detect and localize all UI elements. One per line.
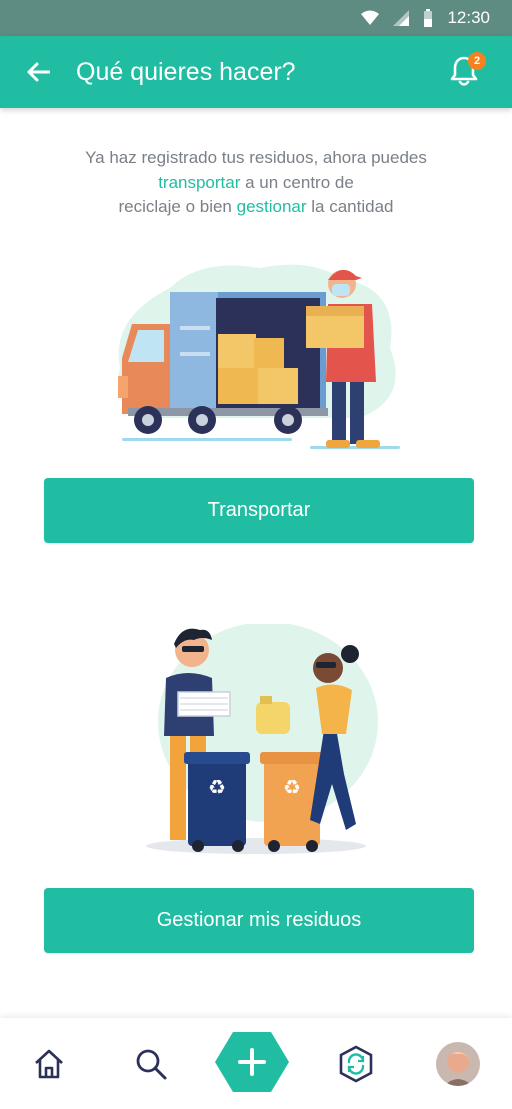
intro-line-3: reciclaje o bien gestionar la cantidad bbox=[118, 197, 394, 216]
page-title: Qué quieres hacer? bbox=[76, 58, 296, 86]
app-bar: Qué quieres hacer? 2 bbox=[0, 36, 512, 108]
bottom-navigation bbox=[0, 1018, 512, 1109]
profile-avatar-icon bbox=[436, 1042, 480, 1086]
nav-recycle-sync[interactable] bbox=[332, 1040, 380, 1088]
intro-line-2: transportar a un centro de bbox=[158, 172, 354, 192]
home-icon bbox=[35, 1049, 63, 1079]
svg-text:♻: ♻ bbox=[208, 775, 226, 799]
manage-waste-button[interactable]: Gestionar mis residuos bbox=[44, 888, 474, 953]
manage-link[interactable]: gestionar bbox=[237, 197, 307, 216]
recycling-people-illustration: ♻ ♻ bbox=[146, 624, 378, 854]
delivery-truck-illustration bbox=[118, 264, 400, 449]
wifi-icon bbox=[361, 10, 380, 25]
status-bar: 12:30 bbox=[0, 0, 512, 36]
add-icon bbox=[215, 1032, 289, 1092]
transport-link[interactable]: transportar bbox=[158, 173, 240, 192]
intro-text: Ya haz registrado tus residuos, ahora pu… bbox=[40, 146, 472, 220]
signal-icon bbox=[393, 10, 410, 26]
notification-badge: 2 bbox=[468, 52, 486, 70]
nav-search[interactable] bbox=[127, 1040, 175, 1088]
battery-icon bbox=[424, 9, 433, 27]
nav-profile[interactable] bbox=[434, 1040, 482, 1088]
back-button[interactable] bbox=[20, 54, 56, 90]
arrow-left-icon bbox=[27, 62, 50, 82]
avatar bbox=[436, 1042, 480, 1086]
recycle-sync-icon bbox=[339, 1045, 373, 1083]
transport-button[interactable]: Transportar bbox=[44, 478, 474, 543]
nav-add-button[interactable] bbox=[214, 1030, 290, 1094]
intro-line-1: Ya haz registrado tus residuos, ahora pu… bbox=[85, 148, 427, 167]
svg-text:♻: ♻ bbox=[283, 775, 301, 799]
status-time: 12:30 bbox=[447, 8, 490, 27]
nav-home[interactable] bbox=[25, 1040, 73, 1088]
notifications-button[interactable]: 2 bbox=[448, 52, 486, 90]
search-icon bbox=[136, 1049, 167, 1080]
